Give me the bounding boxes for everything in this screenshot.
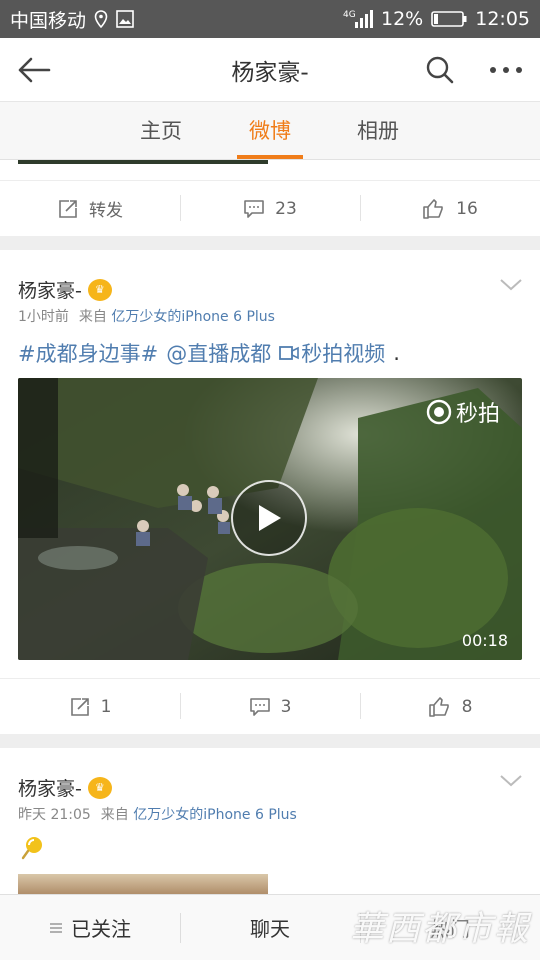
source-prefix: 来自 (78, 309, 107, 325)
repost-button[interactable]: 转发 (0, 181, 180, 236)
lollipop-emoji-icon (20, 836, 44, 860)
mention-link[interactable]: @直播成都 (166, 338, 271, 368)
more-button[interactable] (484, 52, 528, 88)
post-meta: 1小时前 来自 亿万少女的iPhone 6 Plus (18, 306, 275, 326)
post-image-partial[interactable] (18, 160, 268, 164)
thumbs-up-icon (423, 198, 443, 219)
network-type: 4G (343, 10, 356, 20)
status-bar: 中国移动 4G 12% 12:05 (0, 0, 540, 38)
comment-icon (249, 697, 270, 716)
repost-icon (70, 697, 89, 716)
like-button[interactable]: 16 (360, 181, 540, 236)
post-image-partial[interactable] (18, 874, 268, 894)
video-brand-label: 秒拍 (455, 402, 500, 427)
chat-label: 聊天 (250, 917, 290, 941)
menu-lines-icon (50, 922, 62, 933)
comment-button[interactable]: 23 (180, 181, 360, 236)
video-link[interactable]: 秒拍视频 (279, 338, 385, 368)
post-time: 昨天 21:05 (18, 807, 91, 823)
post-time: 1小时前 (18, 309, 69, 325)
tab-home[interactable]: 主页 (111, 102, 211, 160)
tab-album[interactable]: 相册 (328, 102, 428, 160)
active-tab-indicator (237, 155, 303, 159)
crown-badge-icon: ♛ (87, 278, 112, 301)
play-icon (259, 505, 281, 531)
like-count: 8 (461, 696, 473, 717)
trending-button[interactable]: 热门 (360, 895, 540, 960)
video-brand-logo: 秒拍 (426, 396, 500, 428)
comment-icon (244, 199, 264, 218)
video-link-icon (279, 346, 300, 360)
carrier-name: 中国移动 (10, 9, 87, 32)
post-author[interactable]: 杨家豪- ♛ (18, 276, 112, 303)
post-card-previous: 转发 23 16 (0, 160, 540, 236)
image-icon (116, 10, 134, 28)
play-button[interactable] (231, 480, 307, 556)
battery-percent: 12% (381, 8, 424, 30)
location-icon (94, 10, 108, 28)
chevron-down-icon[interactable] (498, 274, 524, 294)
post-source[interactable]: 亿万少女的iPhone 6 Plus (111, 309, 275, 325)
post-text-end: . (393, 341, 400, 365)
repost-label: 转发 (89, 201, 123, 221)
post-card: 杨家豪- ♛ 1小时前 来自 亿万少女的iPhone 6 Plus #成都身边事… (0, 250, 540, 734)
author-name[interactable]: 杨家豪- (18, 774, 82, 801)
more-dots-icon (490, 67, 522, 73)
video-player[interactable]: 秒拍 00:18 (18, 378, 522, 660)
following-button[interactable]: 已关注 (0, 895, 180, 960)
source-prefix: 来自 (100, 807, 129, 823)
chat-button[interactable]: 聊天 (180, 895, 360, 960)
crown-badge-icon: ♛ (87, 776, 112, 799)
comment-count: 3 (280, 696, 292, 717)
repost-count: 1 (100, 696, 112, 717)
post-actions: 转发 23 16 (0, 180, 540, 236)
like-count: 16 (456, 198, 478, 219)
post-source[interactable]: 亿万少女的iPhone 6 Plus (133, 807, 297, 823)
camera-icon (426, 399, 452, 425)
tab-weibo[interactable]: 微博 (220, 102, 320, 160)
bottom-action-bar: 已关注 聊天 热门 (0, 894, 540, 960)
signal-icon: 4G (343, 8, 373, 30)
comment-button[interactable]: 3 (180, 679, 360, 734)
video-duration: 00:18 (461, 631, 508, 650)
nav-bar: 杨家豪- (0, 38, 540, 102)
post-meta: 昨天 21:05 来自 亿万少女的iPhone 6 Plus (18, 804, 297, 824)
post-author[interactable]: 杨家豪- ♛ (18, 774, 112, 801)
post-actions: 1 3 8 (0, 678, 540, 734)
search-button[interactable] (420, 52, 460, 88)
comment-count: 23 (275, 198, 297, 219)
battery-icon (431, 10, 467, 28)
search-icon (426, 56, 454, 84)
profile-tabs: 主页 微博 相册 (0, 102, 540, 160)
topic-link[interactable]: #成都身边事# (18, 338, 158, 368)
chevron-down-icon[interactable] (498, 770, 524, 790)
repost-icon (59, 199, 77, 218)
repost-button[interactable]: 1 (0, 679, 180, 734)
trending-label: 热门 (430, 917, 470, 941)
video-link-label: 秒拍视频 (301, 342, 386, 366)
post-text: #成都身边事# @直播成都 秒拍视频 . (18, 338, 400, 368)
following-label: 已关注 (71, 917, 131, 941)
like-button[interactable]: 8 (360, 679, 540, 734)
thumbs-up-icon (428, 696, 449, 717)
clock: 12:05 (475, 8, 530, 30)
author-name[interactable]: 杨家豪- (18, 276, 82, 303)
